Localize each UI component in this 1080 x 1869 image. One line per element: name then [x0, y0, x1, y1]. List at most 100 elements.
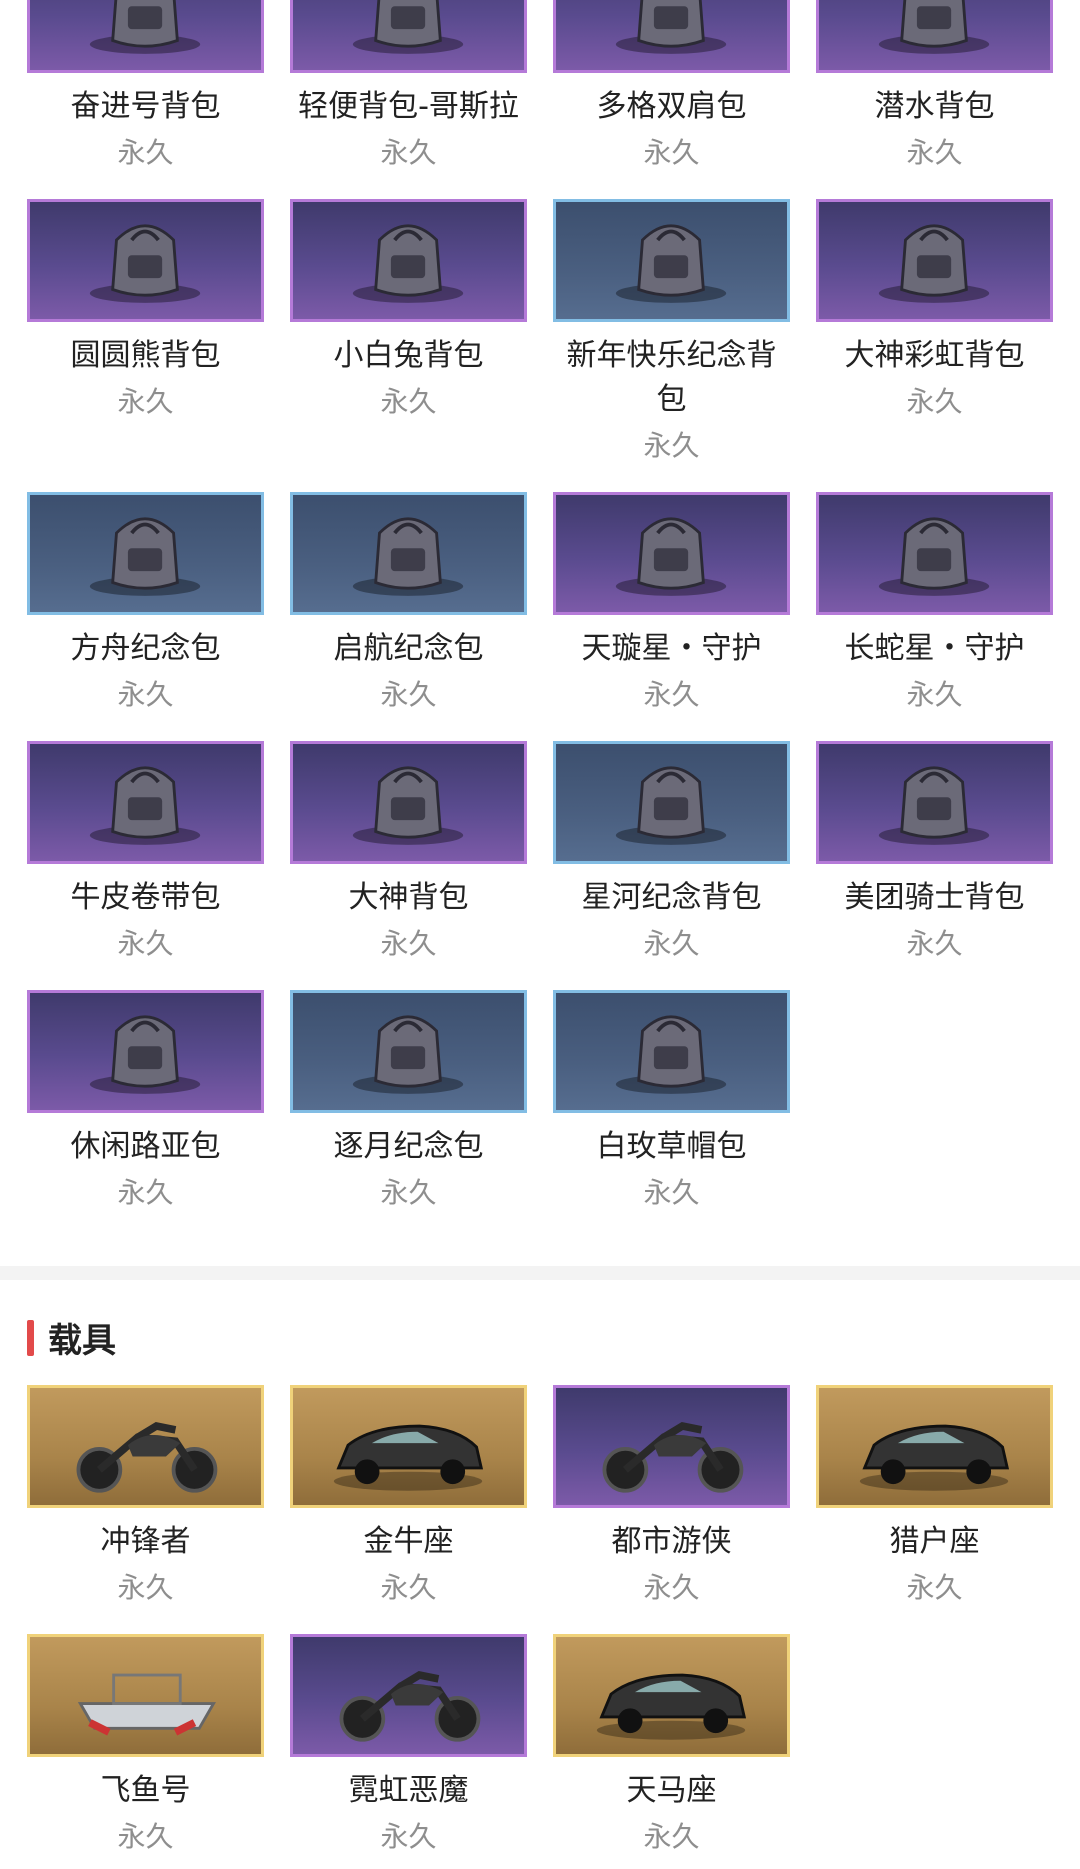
backpack-item-card[interactable]: 大神背包 永久 — [290, 741, 527, 964]
backpack-item-thumbnail[interactable] — [290, 492, 527, 615]
backpack-icon — [352, 766, 464, 845]
backpack-item-card[interactable]: 圆圆熊背包 永久 — [27, 199, 264, 466]
motorcycle-icon — [602, 1422, 744, 1493]
backpack-icon — [352, 0, 464, 54]
vehicle-item-card[interactable]: 金牛座 永久 — [290, 1385, 527, 1608]
backpack-icon — [89, 1015, 201, 1094]
backpack-item-card[interactable]: 新年快乐纪念背包 永久 — [553, 199, 790, 466]
backpack-icon — [878, 0, 990, 54]
backpack-item-card[interactable]: 大神彩虹背包 永久 — [816, 199, 1053, 466]
backpack-item-thumbnail[interactable] — [27, 0, 264, 73]
backpack-item-card[interactable]: 白玫草帽包 永久 — [553, 990, 790, 1213]
backpack-item-thumbnail[interactable] — [553, 990, 790, 1113]
vehicle-item-name: 飞鱼号 — [100, 1773, 191, 1808]
backpack-item-thumbnail[interactable] — [553, 741, 790, 864]
backpack-item-card[interactable]: 长蛇星・守护 永久 — [816, 492, 1053, 715]
backpack-item-thumbnail[interactable] — [816, 741, 1053, 864]
backpack-item-name: 牛皮卷带包 — [70, 880, 221, 915]
backpack-item-thumbnail[interactable] — [27, 741, 264, 864]
vehicle-item-duration: 永久 — [380, 1571, 437, 1604]
backpack-item-duration: 永久 — [380, 385, 437, 418]
vehicle-item-duration: 永久 — [380, 1820, 437, 1853]
vehicle-grid: 冲锋者 永久 金牛座 永久 都市游侠 永久 猎户座 永久 飞鱼号 永久 霓虹恶魔 永久 天马座 永久 — [27, 1385, 1053, 1857]
backpack-item-name: 小白兔背包 — [333, 338, 484, 373]
backpack-item-thumbnail[interactable] — [27, 990, 264, 1113]
vehicle-item-card[interactable]: 猎户座 永久 — [816, 1385, 1053, 1608]
backpack-item-name: 大神背包 — [348, 880, 469, 915]
backpack-item-duration: 永久 — [643, 136, 700, 169]
section-accent-bar — [27, 1319, 34, 1356]
backpack-item-duration: 永久 — [380, 678, 437, 711]
vehicle-item-thumbnail[interactable] — [816, 1385, 1053, 1508]
vehicle-item-thumbnail[interactable] — [290, 1634, 527, 1757]
backpack-icon — [615, 766, 727, 845]
car-icon — [859, 1424, 1010, 1491]
vehicle-item-thumbnail[interactable] — [27, 1385, 264, 1508]
backpack-item-card[interactable]: 牛皮卷带包 永久 — [27, 741, 264, 964]
backpack-item-name: 星河纪念背包 — [581, 880, 762, 915]
car-icon — [596, 1673, 747, 1740]
boat-icon — [77, 1673, 216, 1736]
vehicle-item-thumbnail[interactable] — [553, 1634, 790, 1757]
backpack-item-name: 休闲路亚包 — [70, 1129, 221, 1164]
backpack-item-thumbnail[interactable] — [290, 990, 527, 1113]
backpack-icon — [878, 224, 990, 303]
backpack-item-name: 白玫草帽包 — [596, 1129, 747, 1164]
vehicle-item-name: 金牛座 — [363, 1524, 454, 1559]
backpack-item-card[interactable]: 逐月纪念包 永久 — [290, 990, 527, 1213]
backpack-item-card[interactable]: 小白兔背包 永久 — [290, 199, 527, 466]
backpack-item-name: 潜水背包 — [874, 89, 995, 124]
backpack-item-thumbnail[interactable] — [553, 0, 790, 73]
backpack-item-duration: 永久 — [643, 927, 700, 960]
backpack-item-thumbnail[interactable] — [27, 199, 264, 322]
vehicle-item-name: 猎户座 — [889, 1524, 980, 1559]
backpack-item-duration: 永久 — [380, 1176, 437, 1209]
backpack-item-card[interactable]: 星河纪念背包 永久 — [553, 741, 790, 964]
backpack-item-thumbnail[interactable] — [290, 0, 527, 73]
backpack-item-duration: 永久 — [643, 429, 700, 462]
backpack-item-thumbnail[interactable] — [553, 492, 790, 615]
backpack-icon — [615, 0, 727, 54]
vehicle-item-card[interactable]: 霓虹恶魔 永久 — [290, 1634, 527, 1857]
section-divider — [0, 1266, 1080, 1280]
backpack-item-thumbnail[interactable] — [27, 492, 264, 615]
backpack-item-name: 逐月纪念包 — [333, 1129, 484, 1164]
vehicle-item-card[interactable]: 飞鱼号 永久 — [27, 1634, 264, 1857]
vehicle-item-card[interactable]: 都市游侠 永久 — [553, 1385, 790, 1608]
vehicle-item-thumbnail[interactable] — [290, 1385, 527, 1508]
backpack-item-thumbnail[interactable] — [290, 199, 527, 322]
backpack-item-card[interactable]: 多格双肩包 永久 — [553, 0, 790, 173]
backpack-item-card[interactable]: 潜水背包 永久 — [816, 0, 1053, 173]
backpack-item-thumbnail[interactable] — [553, 199, 790, 322]
vehicle-item-name: 霓虹恶魔 — [348, 1773, 469, 1808]
motorcycle-icon — [76, 1422, 218, 1493]
backpack-item-thumbnail[interactable] — [290, 741, 527, 864]
backpack-item-duration: 永久 — [380, 927, 437, 960]
backpack-item-thumbnail[interactable] — [816, 492, 1053, 615]
backpack-item-thumbnail[interactable] — [816, 0, 1053, 73]
vehicle-item-card[interactable]: 天马座 永久 — [553, 1634, 790, 1857]
backpack-icon — [878, 517, 990, 596]
vehicle-item-thumbnail[interactable] — [553, 1385, 790, 1508]
backpack-item-card[interactable]: 休闲路亚包 永久 — [27, 990, 264, 1213]
backpack-item-name: 奋进号背包 — [70, 89, 221, 124]
backpack-item-duration: 永久 — [643, 678, 700, 711]
backpack-item-name: 美团骑士背包 — [844, 880, 1025, 915]
backpack-item-card[interactable]: 方舟纪念包 永久 — [27, 492, 264, 715]
backpack-item-card[interactable]: 美团骑士背包 永久 — [816, 741, 1053, 964]
backpack-icon — [89, 766, 201, 845]
backpack-item-card[interactable]: 轻便背包-哥斯拉 永久 — [290, 0, 527, 173]
backpack-item-duration: 永久 — [117, 385, 174, 418]
motorcycle-icon — [339, 1671, 481, 1742]
vehicle-item-card[interactable]: 冲锋者 永久 — [27, 1385, 264, 1608]
backpack-icon — [89, 224, 201, 303]
backpack-item-card[interactable]: 天璇星・守护 永久 — [553, 492, 790, 715]
backpack-item-card[interactable]: 启航纪念包 永久 — [290, 492, 527, 715]
backpack-item-duration: 永久 — [117, 1176, 174, 1209]
backpack-item-card[interactable]: 奋进号背包 永久 — [27, 0, 264, 173]
vehicle-item-name: 冲锋者 — [100, 1524, 191, 1559]
backpack-icon — [89, 517, 201, 596]
vehicle-item-thumbnail[interactable] — [27, 1634, 264, 1757]
backpack-item-thumbnail[interactable] — [816, 199, 1053, 322]
vehicle-item-duration: 永久 — [643, 1571, 700, 1604]
